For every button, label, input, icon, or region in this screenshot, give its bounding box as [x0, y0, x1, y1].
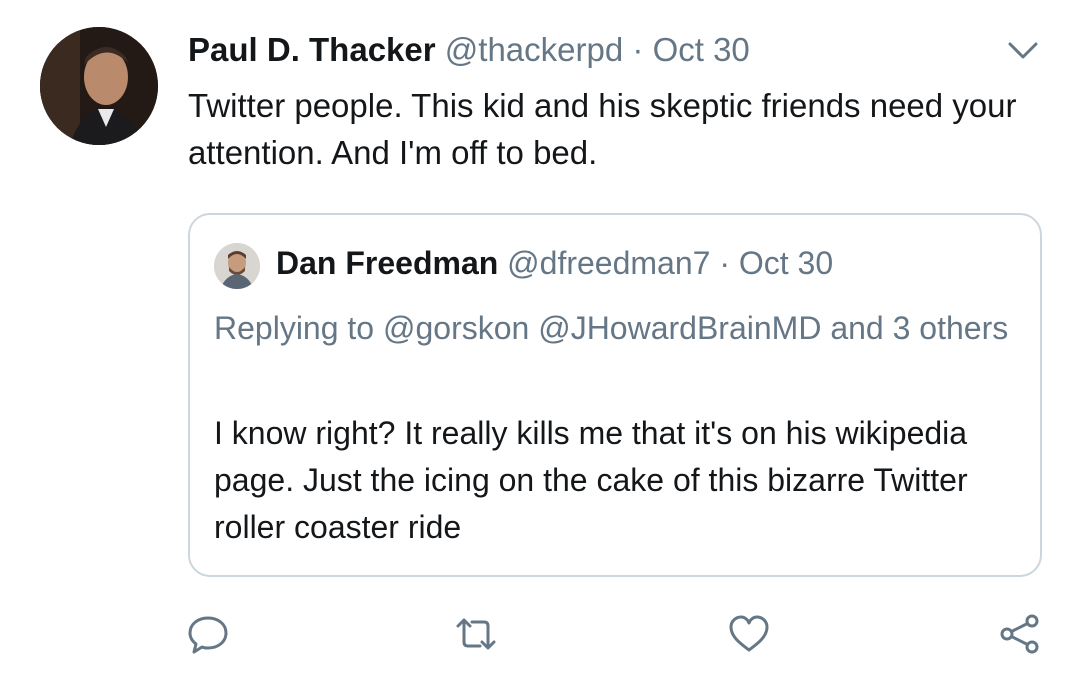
separator-dot: · [632, 31, 644, 68]
quoted-author-avatar-photo [214, 243, 260, 289]
author-name[interactable]: Paul D. Thacker [188, 31, 436, 68]
reply-icon[interactable] [186, 612, 230, 656]
quoted-author-avatar[interactable] [214, 243, 260, 289]
tweet[interactable]: Paul D. Thacker @thackerpd · Oct 30 Twit… [0, 0, 1080, 684]
retweet-icon[interactable] [454, 612, 498, 656]
author-avatar-photo [40, 27, 158, 145]
separator-dot: · [719, 245, 730, 281]
like-icon[interactable] [727, 612, 771, 656]
tweet-date[interactable]: Oct 30 [653, 31, 750, 68]
author-avatar[interactable] [40, 27, 158, 145]
quoted-tweet-header: Dan Freedman @dfreedman7 · Oct 30 [276, 243, 833, 283]
quoted-tweet[interactable]: Dan Freedman @dfreedman7 · Oct 30 Replyi… [188, 213, 1042, 577]
tweet-text: Twitter people. This kid and his skeptic… [188, 87, 1017, 171]
replying-to[interactable]: Replying to @gorskon @JHowardBrainMD and… [214, 305, 1014, 352]
tweet-header: Paul D. Thacker @thackerpd · Oct 30 [188, 30, 750, 70]
author-handle[interactable]: @thackerpd [445, 31, 623, 68]
quoted-tweet-date[interactable]: Oct 30 [739, 245, 833, 281]
quoted-author-handle[interactable]: @dfreedman7 [507, 245, 710, 281]
action-bar [0, 612, 1080, 662]
quoted-author-name[interactable]: Dan Freedman [276, 245, 498, 281]
share-icon[interactable] [998, 612, 1042, 656]
chevron-down-icon[interactable] [1006, 38, 1040, 62]
quoted-tweet-text: I know right? It really kills me that it… [214, 415, 968, 545]
